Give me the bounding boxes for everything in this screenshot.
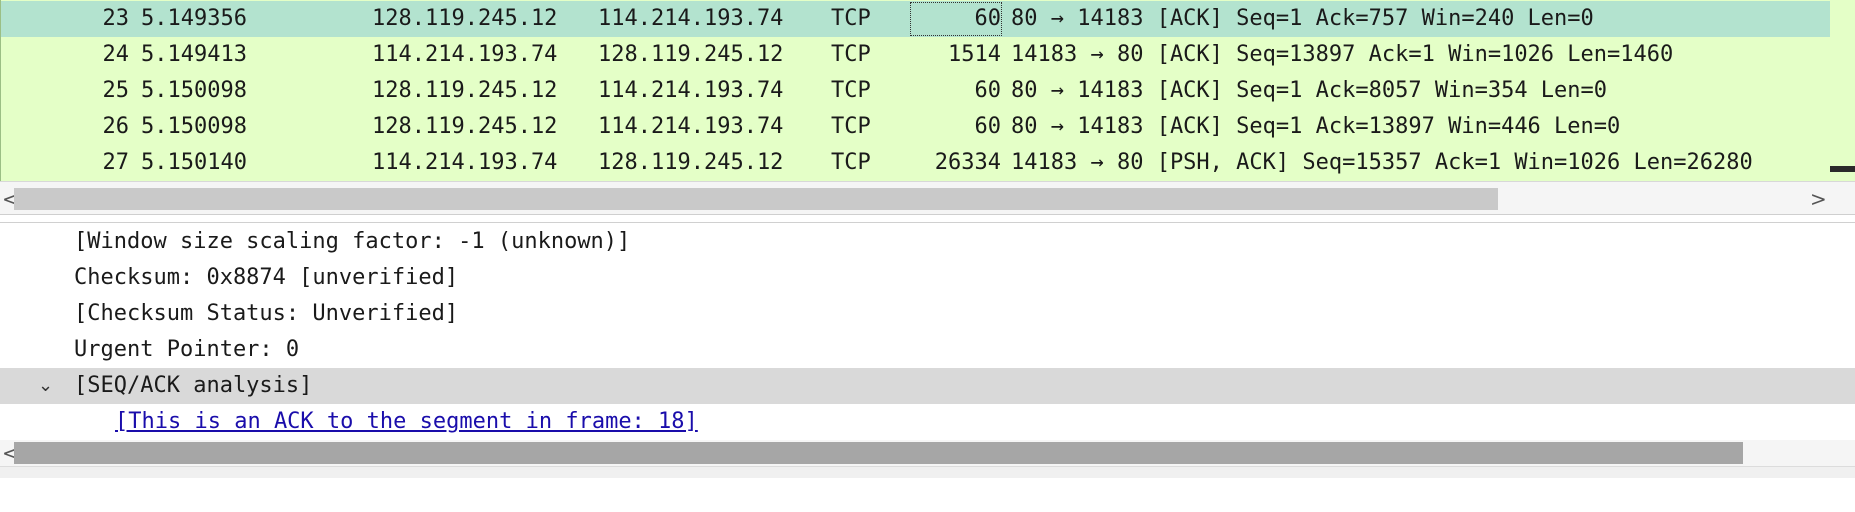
packet-no: 27 xyxy=(102,150,130,175)
packet-no: 25 xyxy=(102,78,130,103)
packet-source: 128.119.245.12 xyxy=(372,6,558,31)
packet-info: 80 → 14183 [ACK] Seq=1 Ack=13897 Win=446… xyxy=(1011,114,1621,139)
tree-item-label: Urgent Pointer: 0 xyxy=(74,337,300,362)
packet-length: 26334 xyxy=(934,150,1001,175)
packet-info: 80 → 14183 [ACK] Seq=1 Ack=757 Win=240 L… xyxy=(1011,6,1594,31)
packet-no: 24 xyxy=(102,42,130,67)
packet-protocol: TCP xyxy=(831,42,871,67)
tree-item[interactable]: Urgent Pointer: 0 xyxy=(0,332,1855,368)
packet-time: 5.150098 xyxy=(141,78,247,103)
packet-destination: 114.214.193.74 xyxy=(598,114,784,139)
scroll-right-arrow-icon[interactable]: > xyxy=(1810,182,1827,216)
packet-info: 80 → 14183 [ACK] Seq=1 Ack=8057 Win=354 … xyxy=(1011,78,1608,103)
packet-row-27[interactable]: 27 5.150140 114.214.193.74 128.119.245.1… xyxy=(1,145,1830,181)
packet-time: 5.149413 xyxy=(141,42,247,67)
packet-row-25[interactable]: 25 5.150098 128.119.245.12 114.214.193.7… xyxy=(1,73,1830,109)
details-horizontal-scrollbar[interactable]: < xyxy=(0,440,1855,466)
pane-splitter[interactable] xyxy=(0,215,1855,223)
tree-item-seq-ack-analysis[interactable]: ⌄ [SEQ/ACK analysis] xyxy=(0,368,1855,404)
packet-no: 23 xyxy=(102,6,130,31)
tree-item-label: [SEQ/ACK analysis] xyxy=(74,373,313,398)
chevron-down-icon[interactable]: ⌄ xyxy=(38,368,53,404)
packet-row-23[interactable]: 23 5.149356 128.119.245.12 114.214.193.7… xyxy=(1,1,1830,37)
packet-length: 60 xyxy=(974,78,1002,103)
packet-row-26[interactable]: 26 5.150098 128.119.245.12 114.214.193.7… xyxy=(1,109,1830,145)
packet-no: 26 xyxy=(102,114,130,139)
tree-item[interactable]: Checksum: 0x8874 [unverified] xyxy=(0,260,1855,296)
packet-length: 60 xyxy=(974,114,1002,139)
packet-source: 128.119.245.12 xyxy=(372,114,558,139)
packet-protocol: TCP xyxy=(831,78,871,103)
packet-protocol: TCP xyxy=(831,150,871,175)
tree-item-ack-link[interactable]: [This is an ACK to the segment in frame:… xyxy=(0,404,1855,440)
tree-item-label: [Window size scaling factor: -1 (unknown… xyxy=(74,229,631,254)
packet-time: 5.150140 xyxy=(141,150,247,175)
tree-item-label: Checksum: 0x8874 [unverified] xyxy=(74,265,459,290)
packet-source: 114.214.193.74 xyxy=(372,150,558,175)
pane-bottom-edge xyxy=(0,466,1855,478)
packet-details-tree[interactable]: [Window size scaling factor: -1 (unknown… xyxy=(0,224,1855,440)
packet-row-24[interactable]: 24 5.149413 114.214.193.74 128.119.245.1… xyxy=(1,37,1830,73)
packet-list-horizontal-scrollbar[interactable]: < > xyxy=(0,181,1855,215)
packet-destination: 114.214.193.74 xyxy=(598,78,784,103)
packet-destination: 114.214.193.74 xyxy=(598,6,784,31)
scrollbar-thumb[interactable] xyxy=(14,442,1743,464)
packet-source: 114.214.193.74 xyxy=(372,42,558,67)
tree-item-label: [Checksum Status: Unverified] xyxy=(74,301,459,326)
scrollbar-thumb[interactable] xyxy=(14,188,1498,210)
packet-info: 14183 → 80 [ACK] Seq=13897 Ack=1 Win=102… xyxy=(1011,42,1674,67)
packet-source: 128.119.245.12 xyxy=(372,78,558,103)
packet-time: 5.149356 xyxy=(141,6,247,31)
packet-info: 14183 → 80 [PSH, ACK] Seq=15357 Ack=1 Wi… xyxy=(1011,150,1753,175)
packet-destination: 128.119.245.12 xyxy=(598,150,784,175)
packet-list[interactable]: 23 5.149356 128.119.245.12 114.214.193.7… xyxy=(0,0,1855,181)
packet-length: 60 xyxy=(909,1,1003,37)
packet-length: 1514 xyxy=(948,42,1001,67)
packet-time: 5.150098 xyxy=(141,114,247,139)
packet-destination: 128.119.245.12 xyxy=(598,42,784,67)
tree-item[interactable]: [Window size scaling factor: -1 (unknown… xyxy=(0,224,1855,260)
frame-link[interactable]: [This is an ACK to the segment in frame:… xyxy=(115,404,698,440)
tree-item[interactable]: [Checksum Status: Unverified] xyxy=(0,296,1855,332)
vertical-scrollbar-thumb[interactable] xyxy=(1830,166,1855,172)
packet-protocol: TCP xyxy=(831,114,871,139)
packet-protocol: TCP xyxy=(831,6,871,31)
